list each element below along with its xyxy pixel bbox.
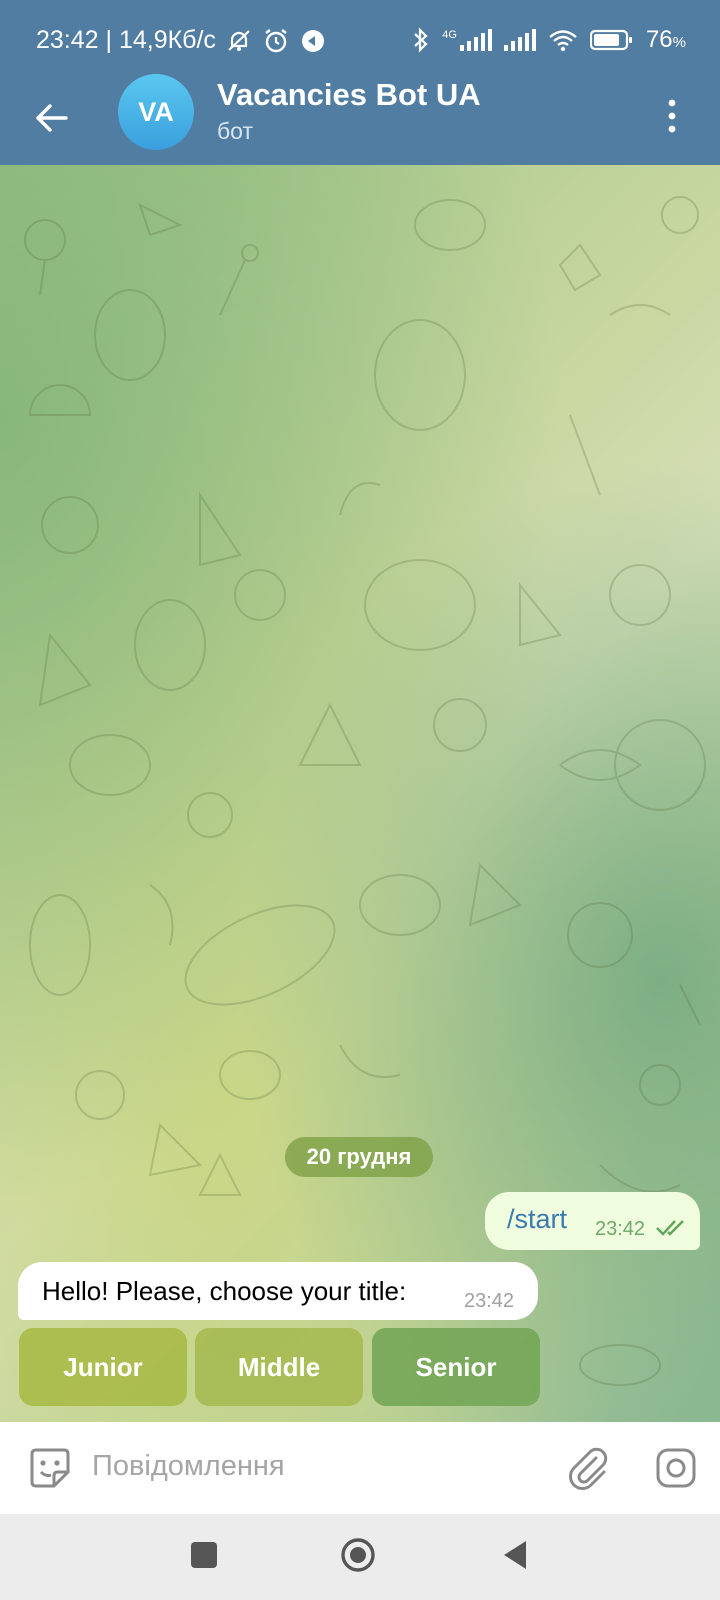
read-double-check-icon	[656, 1220, 684, 1236]
battery-unit: %	[672, 34, 686, 51]
outgoing-message-text[interactable]: /start	[507, 1204, 567, 1235]
chat-title[interactable]: Vacancies Bot UA	[217, 77, 481, 113]
outgoing-message-time: 23:42	[595, 1218, 646, 1240]
recent-apps-icon[interactable]	[191, 1542, 217, 1568]
status-left: 23:42 | 14,9Кб/с	[36, 26, 326, 55]
signal-bars-icon	[459, 29, 492, 51]
message-input[interactable]: Повідомлення	[92, 1450, 285, 1483]
more-options-icon[interactable]	[662, 96, 682, 136]
bluetooth-icon	[414, 27, 428, 53]
alarm-icon	[265, 28, 287, 52]
mute-notifications-icon	[228, 29, 250, 51]
date-separator: 20 грудня	[285, 1137, 433, 1177]
chat-area[interactable]: 20 грудня /start 23:42 Hello! Please, ch…	[0, 165, 720, 1422]
date-label: 20 грудня	[306, 1144, 412, 1169]
emoji-sticker-icon[interactable]	[28, 1446, 72, 1490]
inline-button-junior[interactable]: Junior	[19, 1328, 187, 1406]
network-type-label: 4G	[442, 29, 457, 41]
chat-subtitle: бот	[217, 118, 253, 144]
app-notification-icon	[301, 29, 324, 52]
status-right: 4G 76%	[412, 26, 686, 54]
incoming-message-time: 23:42	[464, 1290, 515, 1312]
outgoing-message[interactable]: /start 23:42	[485, 1192, 700, 1250]
attach-paperclip-icon[interactable]	[566, 1446, 610, 1490]
avatar-initials: VA	[138, 96, 174, 127]
system-navigation-bar	[0, 1514, 720, 1600]
incoming-message-text: Hello! Please, choose your title:	[42, 1276, 407, 1306]
inline-button-label: Junior	[63, 1351, 143, 1382]
avatar[interactable]: VA	[118, 74, 194, 150]
camera-icon[interactable]	[654, 1446, 698, 1490]
wifi-icon	[549, 30, 577, 52]
inline-button-senior[interactable]: Senior	[372, 1328, 540, 1406]
message-composer: Повідомлення	[0, 1422, 720, 1514]
chat-header: VA Vacancies Bot UA бот	[0, 74, 720, 165]
cellular-signal-2-icon	[503, 29, 536, 51]
inline-button-label: Senior	[415, 1351, 497, 1382]
status-time: 23:42 | 14,9Кб/с	[36, 26, 216, 54]
battery-level: 76%	[645, 26, 686, 53]
cellular-signal-1-icon: 4G	[442, 29, 492, 51]
home-icon[interactable]	[340, 1537, 376, 1573]
inline-button-label: Middle	[237, 1351, 321, 1382]
inline-button-middle[interactable]: Middle	[195, 1328, 363, 1406]
status-bar: 23:42 | 14,9Кб/с 4G 76%	[0, 0, 720, 80]
incoming-message[interactable]: Hello! Please, choose your title: 23:42	[18, 1262, 538, 1320]
back-arrow-icon[interactable]	[32, 98, 72, 138]
back-triangle-icon[interactable]	[500, 1538, 530, 1572]
battery-icon	[589, 29, 632, 51]
